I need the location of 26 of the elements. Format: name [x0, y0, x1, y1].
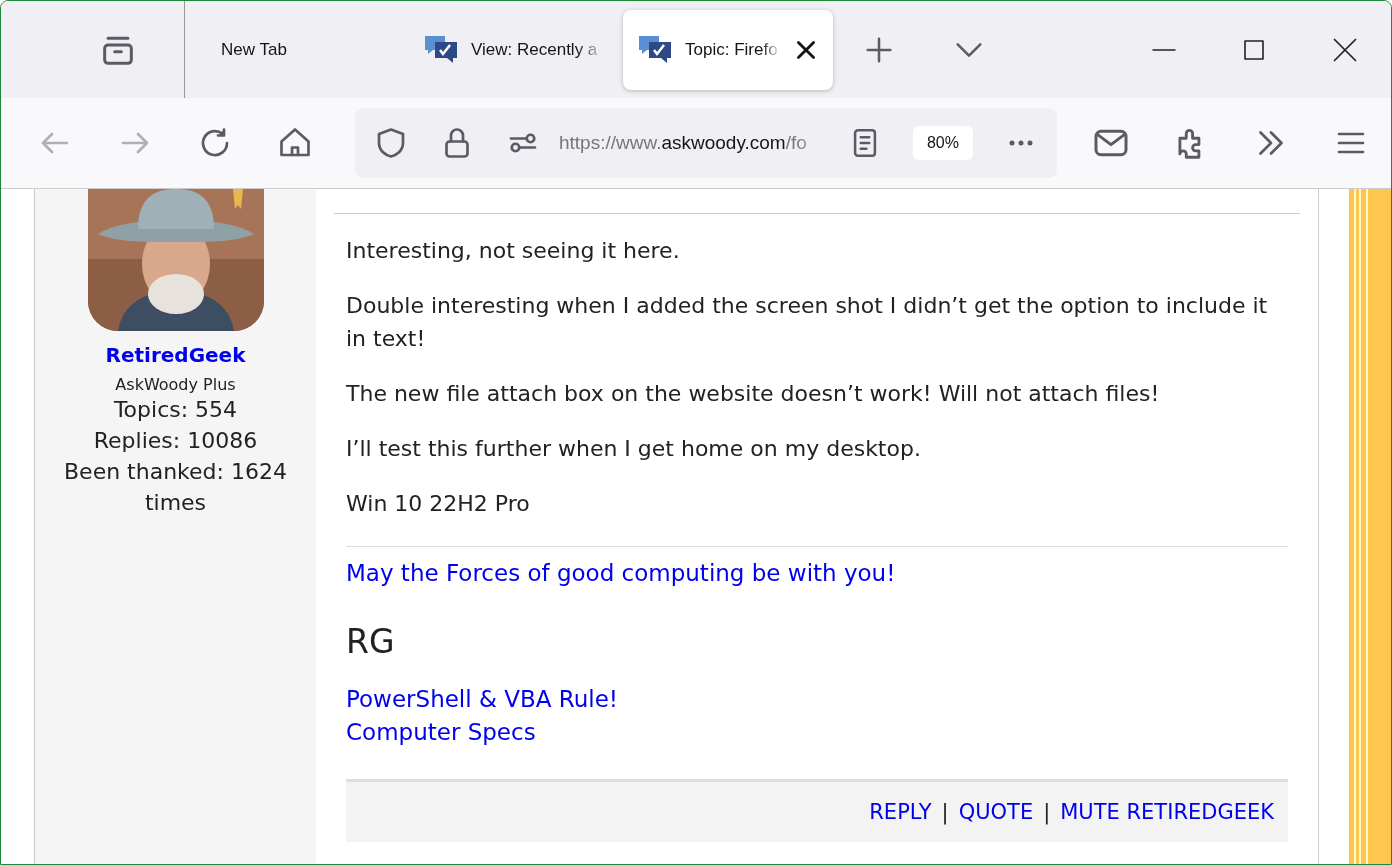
signature-link[interactable]: PowerShell & VBA Rule! [346, 683, 619, 716]
browser-tab[interactable]: Topic: Firefo [623, 9, 833, 90]
separator: | [1043, 800, 1051, 824]
author-stat: Topics: 554 [112, 396, 239, 424]
browser-tab[interactable]: New Tab [195, 9, 405, 90]
author-stat: Replies: 10086 [92, 427, 259, 455]
post-action-link[interactable]: REPLY [869, 800, 932, 824]
post-paragraph: I’ll test this further when I get home on my desktop. [346, 435, 922, 463]
minimize-icon [1150, 47, 1178, 52]
author-name-link[interactable]: RetiredGeek [105, 343, 246, 367]
author-role: AskWoody Plus [115, 375, 236, 394]
signature-initials: RG [346, 622, 396, 661]
signature-link[interactable]: Computer Specs [346, 716, 536, 749]
zoom-level-button[interactable]: 80% [912, 126, 973, 160]
post-paragraph: Double interesting when I added the screen shot I didn’t get the option to include it in text! [346, 292, 1269, 353]
post-paragraph: Win 10 22H2 Pro [346, 490, 531, 518]
signature-link[interactable]: May the Forces of good computing be with you! [346, 557, 896, 590]
maximize-icon [1242, 37, 1266, 62]
author-stat: Been thanked: 1624 times [63, 458, 288, 517]
browser-tab[interactable]: View: Recently a [409, 9, 619, 90]
address-field[interactable]: https://www.askwoody.com/fo [559, 132, 829, 154]
post-paragraph: Interesting, not seeing it here. [346, 237, 681, 265]
separator: | [941, 800, 949, 824]
post-action-link[interactable]: MUTE RETIREDGEEK [1060, 800, 1274, 824]
post-paragraph: The new file attach box on the website doesn’t work! Will not attach files! [346, 380, 1161, 408]
post-action-link[interactable]: QUOTE [958, 800, 1034, 824]
